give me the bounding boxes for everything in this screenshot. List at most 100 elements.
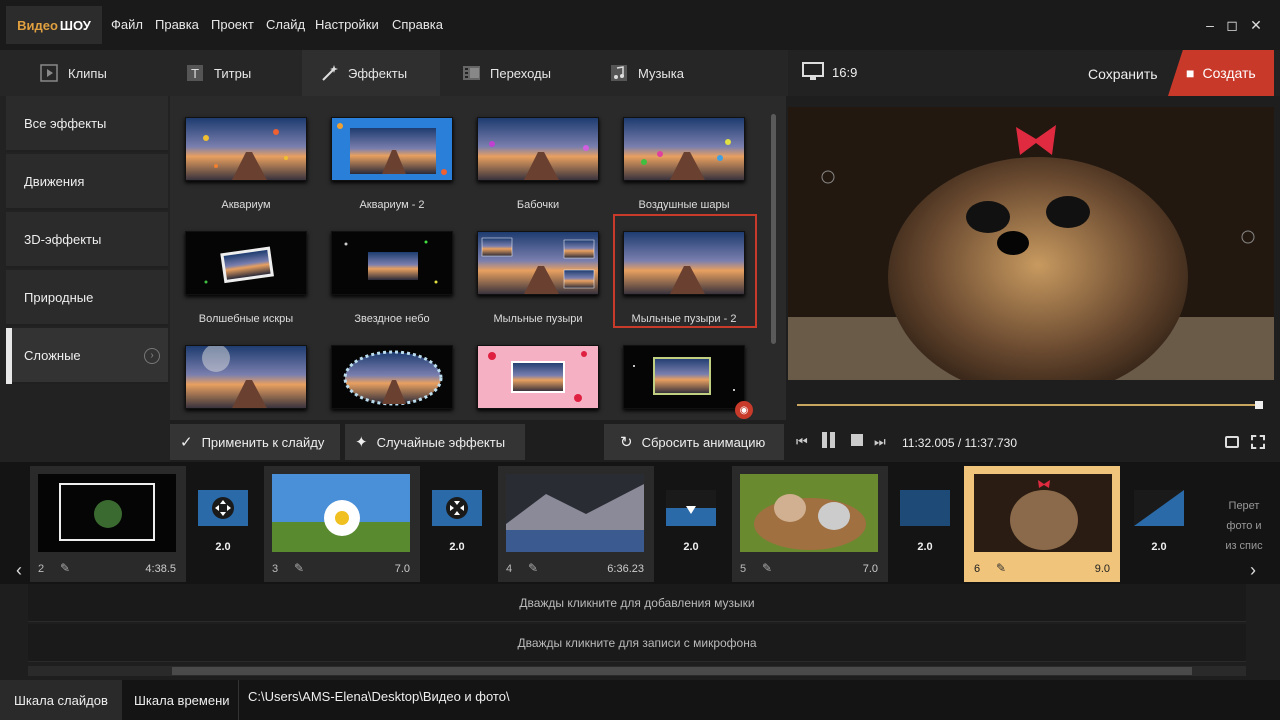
reset-animation-button[interactable]: ↻ Сбросить анимацию [604, 424, 784, 460]
slide-number: 4 [506, 563, 513, 575]
effects-scrollbar-thumb[interactable] [771, 114, 776, 344]
refresh-icon: ↻ [620, 434, 633, 451]
tab-slide-scale[interactable]: Шкала слайдов [0, 680, 122, 720]
maximize-button[interactable]: ◻ [1222, 14, 1242, 36]
selected-effect-border [613, 214, 757, 328]
project-path: C:\Users\AMS-Elena\Desktop\Видео и фото\ [248, 689, 510, 704]
minimize-button[interactable]: ‒ [1200, 14, 1220, 36]
button-label: Создать [1202, 65, 1256, 81]
tab-music[interactable]: Музыка [592, 50, 742, 96]
effect-label: Звездное небо [354, 313, 430, 325]
effect-thumbnail[interactable] [477, 117, 599, 181]
tab-effects[interactable]: Эффекты [302, 50, 440, 96]
category-nature[interactable]: Природные [6, 270, 168, 326]
menu-slide[interactable]: Слайд [266, 17, 305, 32]
playback-progress[interactable] [797, 404, 1259, 406]
stop-icon[interactable] [851, 434, 863, 446]
transition-card[interactable] [900, 490, 950, 538]
preview-video[interactable] [788, 107, 1274, 380]
category-motion[interactable]: Движения [6, 154, 168, 210]
apply-to-slide-button[interactable]: ✓ Применить к слайду [170, 424, 340, 460]
category-label: Природные [24, 289, 94, 305]
menu-help[interactable]: Справка [392, 17, 443, 32]
category-complex[interactable]: Сложные › [6, 328, 168, 384]
transition-card[interactable] [198, 490, 248, 538]
edit-icon[interactable]: ✎ [60, 561, 70, 575]
magic-wand-icon: ✦ [355, 434, 368, 451]
slide-card[interactable]: 5 ✎ 7.0 [732, 466, 888, 582]
effect-thumbnail[interactable] [331, 231, 453, 295]
slide-card-selected[interactable]: 6 ✎ 9.0 [964, 466, 1120, 582]
diagonal-wipe-icon [1134, 490, 1184, 526]
fullscreen-icon[interactable] [1251, 435, 1265, 449]
scroll-left-icon[interactable]: ‹ [16, 560, 22, 581]
effect-label: Аквариум [221, 199, 271, 211]
effect-thumbnail[interactable] [185, 231, 307, 295]
menu-settings[interactable]: Настройки [315, 17, 379, 32]
skip-back-icon[interactable]: ⏮ [796, 434, 808, 450]
slide-card[interactable]: 4 ✎ 6:36.23 [498, 466, 654, 582]
video-camera-icon: ■ [1186, 65, 1195, 81]
category-3d[interactable]: 3D-эффекты [6, 212, 168, 268]
effect-thumbnail[interactable] [623, 117, 745, 181]
transition-card[interactable] [666, 490, 716, 538]
tab-label: Музыка [638, 65, 684, 81]
edit-icon[interactable]: ✎ [762, 561, 772, 575]
status-divider [238, 680, 239, 720]
scroll-right-icon[interactable]: › [1250, 560, 1256, 581]
drop-hint-line: Перет [1228, 500, 1260, 512]
magic-wand-icon [320, 64, 338, 82]
microphone-track-hint: Дважды кликните для записи с микрофона [517, 635, 757, 650]
category-label: Все эффекты [24, 115, 107, 131]
total-time: 11:37.730 [964, 436, 1018, 450]
tab-time-scale[interactable]: Шкала времени [120, 680, 244, 720]
playhead-handle[interactable] [1255, 401, 1263, 409]
button-label: Сбросить анимацию [641, 434, 766, 450]
monitor-icon[interactable] [802, 62, 824, 80]
camera-icon[interactable]: ◉ [735, 401, 753, 419]
microphone-track[interactable]: Дважды кликните для записи с микрофона [28, 624, 1246, 662]
time-separator: / [954, 436, 965, 450]
slide-duration: 7.0 [862, 563, 878, 575]
effect-thumbnail[interactable] [623, 345, 745, 409]
effect-thumbnail[interactable] [331, 345, 453, 409]
effect-thumbnail[interactable] [331, 117, 453, 181]
aspect-ratio[interactable]: 16:9 [832, 65, 857, 80]
create-button[interactable]: ■ Создать [1168, 50, 1274, 96]
tab-label: Титры [214, 65, 252, 81]
film-icon [462, 64, 480, 82]
tab-titles[interactable]: T Титры [168, 50, 308, 96]
music-track[interactable]: Дважды кликните для добавления музыки [28, 584, 1246, 622]
transition-card[interactable] [1134, 490, 1184, 538]
skip-forward-icon[interactable]: ⏭ [874, 434, 886, 450]
effect-thumbnail[interactable] [477, 345, 599, 409]
menu-file[interactable]: Файл [111, 17, 143, 32]
transition-card[interactable] [432, 490, 482, 538]
menu-project[interactable]: Проект [211, 17, 254, 32]
collapse-arrows-icon [432, 490, 482, 526]
slide-number: 6 [974, 563, 981, 575]
edit-icon[interactable]: ✎ [996, 561, 1006, 575]
button-label: Случайные эффекты [376, 434, 506, 450]
slide-card[interactable]: 3 ✎ 7.0 [264, 466, 420, 582]
close-button[interactable]: ✕ [1246, 14, 1266, 36]
effect-thumbnail[interactable] [477, 231, 599, 295]
random-effects-button[interactable]: ✦ Случайные эффекты [345, 424, 525, 460]
category-label: Сложные [24, 347, 81, 363]
edit-icon[interactable]: ✎ [528, 561, 538, 575]
save-button[interactable]: Сохранить [1088, 66, 1158, 82]
snapshot-icon[interactable] [1225, 436, 1239, 448]
effect-label: Мыльные пузыри - 2 [631, 313, 737, 325]
timeline-scrollbar-thumb[interactable] [172, 667, 1192, 675]
tab-transitions[interactable]: Переходы [444, 50, 592, 96]
slide-card[interactable]: 2 ✎ 4:38.5 [30, 466, 186, 582]
edit-icon[interactable]: ✎ [294, 561, 304, 575]
category-all[interactable]: Все эффекты [6, 96, 168, 152]
tab-clips[interactable]: Клипы [22, 50, 162, 96]
pause-icon[interactable] [822, 432, 838, 450]
effect-thumbnail[interactable] [185, 117, 307, 181]
transition-duration: 2.0 [683, 541, 699, 553]
menu-edit[interactable]: Правка [155, 17, 199, 32]
effect-thumbnail[interactable] [185, 345, 307, 409]
transition-duration: 2.0 [1151, 541, 1167, 553]
